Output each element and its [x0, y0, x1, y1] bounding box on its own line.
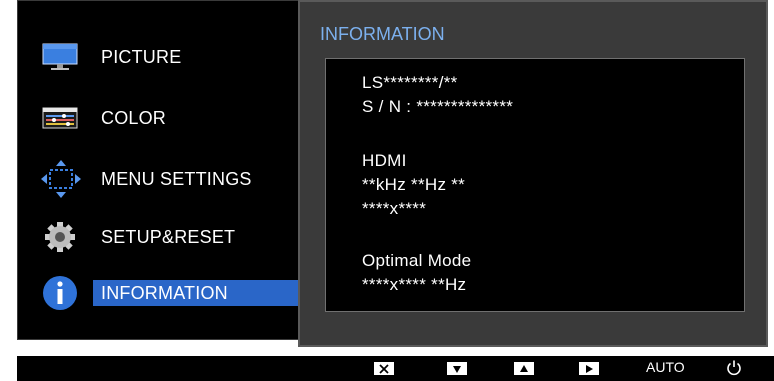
monitor-icon: [42, 43, 78, 70]
auto-key[interactable]: AUTO: [646, 359, 685, 377]
close-icon: [379, 363, 389, 374]
serial-number: S / N : **************: [362, 97, 514, 116]
input-source: HDMI: [362, 151, 407, 170]
power-icon: [727, 360, 741, 376]
information-panel: INFORMATION LS********/** S / N : ******…: [298, 0, 768, 347]
power-key[interactable]: [726, 359, 742, 376]
signal-frequency: **kHz **Hz **: [362, 175, 466, 194]
osd-menu-panel: PICTURE COLOR MENU SETTINGS SETUP&RESET …: [17, 0, 302, 340]
down-arrow-icon: [453, 365, 461, 373]
menu-item-label: COLOR: [101, 107, 167, 128]
right-arrow-icon: [586, 364, 593, 373]
menu-item-label: SETUP&RESET: [101, 226, 236, 247]
current-resolution: ****x****: [362, 199, 427, 218]
panel-title: INFORMATION: [320, 24, 445, 44]
menu-item-menu-settings[interactable]: MENU SETTINGS: [18, 156, 301, 202]
menu-item-label: PICTURE: [101, 46, 182, 67]
gear-icon: [45, 222, 75, 252]
menu-item-information[interactable]: INFORMATION: [18, 270, 301, 316]
model-number: LS********/**: [362, 73, 458, 92]
menu-item-label: MENU SETTINGS: [101, 168, 252, 189]
menu-item-label: INFORMATION: [101, 282, 228, 303]
information-box: LS********/** S / N : ************** HDM…: [325, 58, 745, 312]
arrows-move-icon: [41, 160, 81, 198]
optimal-mode-value: ****x**** **Hz: [362, 275, 467, 294]
color-sliders-icon: [42, 107, 78, 129]
right-key[interactable]: [579, 362, 599, 375]
menu-item-picture[interactable]: PICTURE: [18, 34, 301, 80]
key-guide-bar: AUTO: [17, 356, 774, 381]
info-icon: [43, 276, 77, 310]
up-arrow-icon: [520, 364, 528, 372]
up-key[interactable]: [514, 362, 534, 375]
close-key[interactable]: [374, 362, 394, 375]
menu-item-color[interactable]: COLOR: [18, 95, 301, 141]
down-key[interactable]: [447, 362, 467, 375]
optimal-mode-label: Optimal Mode: [362, 251, 472, 270]
menu-item-setup-reset[interactable]: SETUP&RESET: [18, 214, 301, 260]
